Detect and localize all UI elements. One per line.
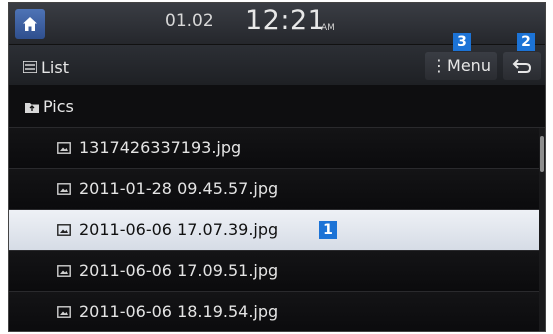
more-vertical-icon: ⋮ bbox=[431, 56, 448, 75]
back-button[interactable] bbox=[503, 52, 541, 80]
image-file-icon bbox=[57, 224, 71, 236]
scrollbar[interactable] bbox=[539, 128, 545, 331]
file-name: 1317426337193.jpg bbox=[79, 138, 242, 157]
callout-marker: 2 bbox=[517, 33, 535, 51]
file-name: 2011-06-06 17.07.39.jpg bbox=[79, 220, 279, 239]
file-row[interactable]: 2011-01-28 09.45.57.jpg bbox=[9, 169, 539, 210]
file-name: 2011-06-06 18.19.54.jpg bbox=[79, 302, 279, 321]
folder-name: Pics bbox=[43, 97, 74, 116]
folder-row[interactable]: Pics bbox=[9, 87, 545, 128]
callout-marker: 3 bbox=[453, 33, 471, 51]
ampm-indicator: AM bbox=[321, 23, 335, 33]
list-title: List bbox=[41, 58, 69, 77]
date-display: 01.02 bbox=[165, 11, 214, 31]
file-row[interactable]: 2011-06-06 17.09.51.jpg bbox=[9, 251, 539, 292]
menu-button[interactable]: ⋮Menu bbox=[425, 52, 497, 80]
scroll-thumb[interactable] bbox=[540, 136, 544, 172]
file-row-selected[interactable]: 2011-06-06 17.07.39.jpg 1 bbox=[9, 210, 539, 251]
file-row[interactable]: 2011-06-06 18.19.54.jpg bbox=[9, 292, 539, 331]
back-arrow-icon bbox=[512, 59, 532, 73]
menu-label: Menu bbox=[447, 56, 491, 75]
image-file-icon bbox=[57, 306, 71, 318]
folder-icon bbox=[25, 103, 39, 113]
file-list: 1317426337193.jpg 2011-01-28 09.45.57.jp… bbox=[9, 128, 539, 331]
time-display: 12:21 bbox=[245, 5, 326, 36]
image-file-icon bbox=[57, 142, 71, 154]
home-icon bbox=[23, 17, 37, 31]
file-name: 2011-01-28 09.45.57.jpg bbox=[79, 179, 279, 198]
list-icon bbox=[23, 61, 37, 73]
image-file-icon bbox=[57, 265, 71, 277]
home-button[interactable] bbox=[15, 9, 45, 39]
file-name: 2011-06-06 17.09.51.jpg bbox=[79, 261, 279, 280]
image-file-icon bbox=[57, 183, 71, 195]
media-screen: 01.02 12:21 AM List ⋮Menu 3 2 Pics 13174… bbox=[8, 2, 546, 332]
list-toolbar: List ⋮Menu 3 2 bbox=[9, 33, 545, 85]
file-row[interactable]: 1317426337193.jpg bbox=[9, 128, 539, 169]
callout-marker: 1 bbox=[319, 221, 337, 239]
